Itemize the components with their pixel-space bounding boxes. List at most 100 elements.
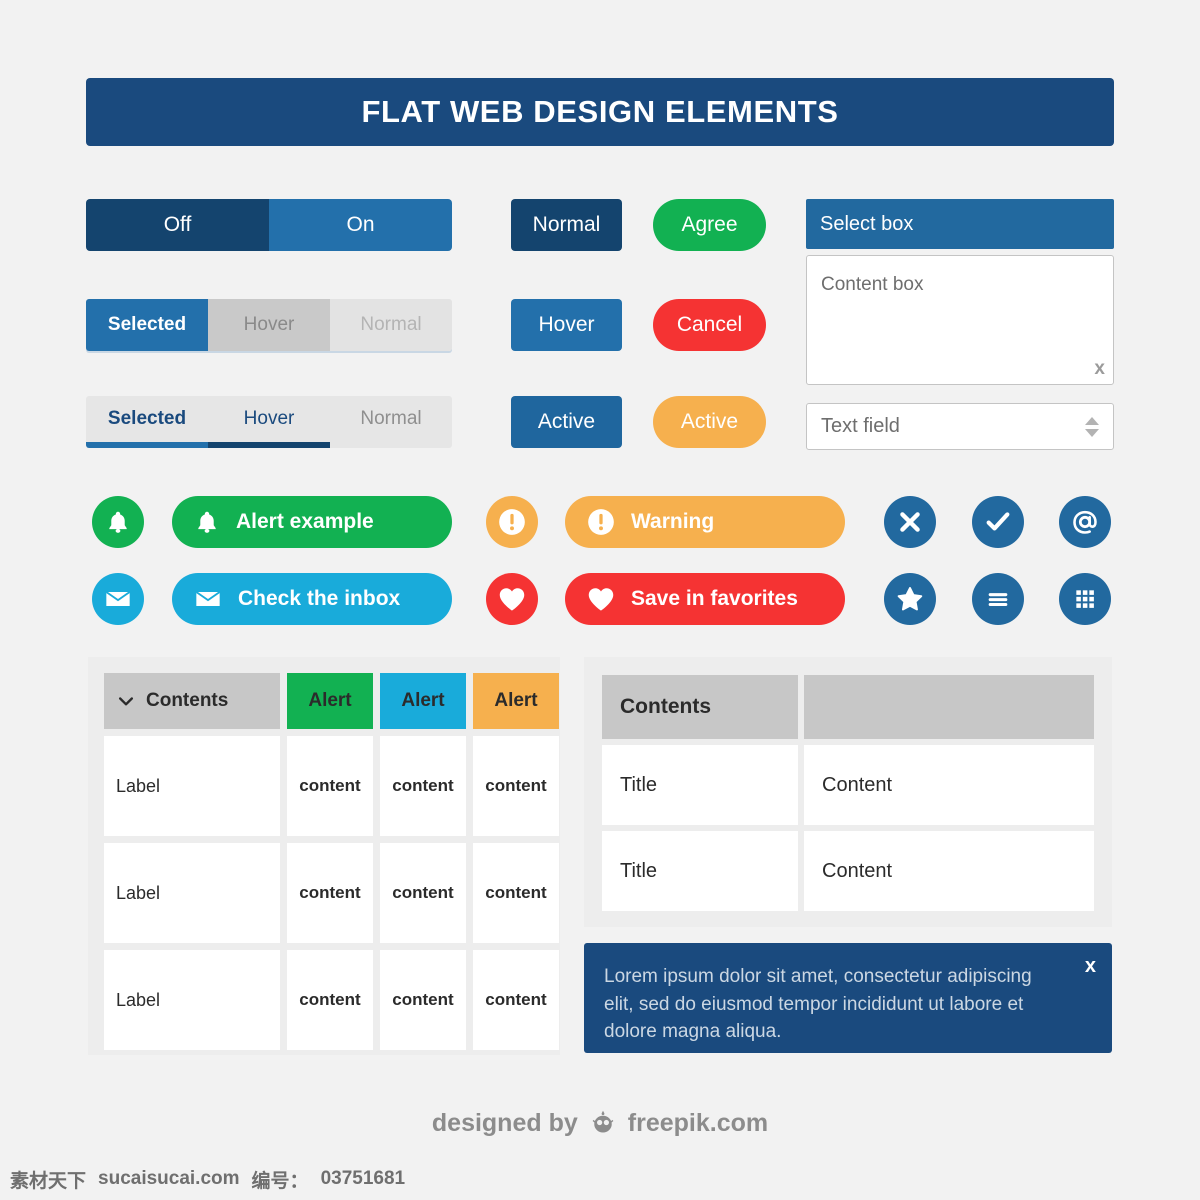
- bell-icon-button[interactable]: [92, 496, 144, 548]
- warning-banner[interactable]: Warning: [565, 496, 845, 548]
- table-left-header-alert-green[interactable]: Alert: [287, 673, 373, 729]
- table-row: Title: [602, 745, 798, 825]
- text-field[interactable]: Text field: [806, 403, 1114, 450]
- tab-group-underline[interactable]: Selected Hover Normal: [86, 396, 452, 448]
- toggle-segment-on[interactable]: On: [269, 199, 452, 251]
- designed-by-credit: designed by freepik.com: [0, 1108, 1200, 1138]
- warning-icon: [587, 508, 615, 536]
- table-cell: content: [473, 843, 559, 943]
- save-favorites-banner[interactable]: Save in favorites: [565, 573, 845, 625]
- table-left-header-alert-cyan[interactable]: Alert: [380, 673, 466, 729]
- spinner-down-icon[interactable]: [1085, 428, 1099, 437]
- notification-close-button[interactable]: x: [1085, 955, 1096, 978]
- table-cell: content: [473, 736, 559, 836]
- data-table-right: Contents Title Content Title Content: [584, 657, 1112, 927]
- indicator-segment-normal: [330, 442, 452, 448]
- tab-underline-normal[interactable]: Normal: [330, 396, 452, 442]
- warning-label: Warning: [631, 510, 715, 533]
- table-cell: content: [380, 950, 466, 1050]
- star-icon: [897, 586, 923, 611]
- button-hover[interactable]: Hover: [511, 299, 622, 351]
- chevron-down-icon[interactable]: [116, 691, 136, 711]
- data-table-left: Contents Alert Alert Alert Label content…: [88, 657, 560, 1055]
- button-agree[interactable]: Agree: [653, 199, 766, 251]
- watermark-bar: 素材天下 sucaisucai.com 编号： 03751681: [0, 1158, 1200, 1200]
- envelope-icon: [194, 585, 222, 613]
- table-row: Label: [104, 843, 280, 943]
- button-active[interactable]: Active: [511, 396, 622, 448]
- select-box[interactable]: Select box: [806, 199, 1114, 249]
- alert-example-label: Alert example: [236, 510, 374, 533]
- alert-example-banner[interactable]: Alert example: [172, 496, 452, 548]
- envelope-icon: [105, 591, 131, 606]
- bell-icon: [109, 511, 127, 533]
- content-box-placeholder: Content box: [821, 274, 924, 295]
- tab-selected[interactable]: Selected: [86, 299, 208, 351]
- table-cell: content: [380, 843, 466, 943]
- envelope-icon-button[interactable]: [92, 573, 144, 625]
- table-right-header-empty: [804, 675, 1094, 739]
- text-field-placeholder: Text field: [821, 415, 900, 437]
- bell-icon: [194, 509, 220, 535]
- menu-icon: [988, 593, 1008, 606]
- warning-icon: [499, 509, 525, 535]
- close-icon: [900, 512, 920, 532]
- tab-normal[interactable]: Normal: [330, 299, 452, 351]
- indicator-segment-selected: [86, 442, 208, 448]
- button-normal[interactable]: Normal: [511, 199, 622, 251]
- table-right-grid: Contents Title Content Title Content: [602, 675, 1094, 911]
- heart-icon-button[interactable]: [486, 573, 538, 625]
- tab-underline-selected[interactable]: Selected: [86, 396, 208, 442]
- table-left-grid: Contents Alert Alert Alert Label content…: [104, 673, 559, 1050]
- tab-group-boxed[interactable]: Selected Hover Normal: [86, 299, 452, 351]
- close-icon-button[interactable]: [884, 496, 936, 548]
- table-left-header-contents-label: Contents: [146, 690, 229, 711]
- table-left-header-contents[interactable]: Contents: [104, 673, 280, 729]
- heart-icon: [499, 588, 525, 611]
- table-left-header-alert-orange[interactable]: Alert: [473, 673, 559, 729]
- star-icon-button[interactable]: [884, 573, 936, 625]
- indicator-segment-hover: [208, 442, 330, 448]
- table-cell: content: [473, 950, 559, 1050]
- table-cell: content: [380, 736, 466, 836]
- check-icon-button[interactable]: [972, 496, 1024, 548]
- tab-underline-hover[interactable]: Hover: [208, 396, 330, 442]
- check-inbox-banner[interactable]: Check the inbox: [172, 573, 452, 625]
- credit-suffix: freepik.com: [627, 1108, 769, 1137]
- table-cell: Content: [804, 745, 1094, 825]
- watermark-site-cn: 素材天下: [10, 1170, 87, 1192]
- table-cell: content: [287, 736, 373, 836]
- at-icon-button[interactable]: [1059, 496, 1111, 548]
- check-inbox-label: Check the inbox: [238, 587, 401, 610]
- content-box[interactable]: Content box x: [806, 255, 1114, 385]
- grid-icon: [1076, 590, 1094, 608]
- toggle-segment-off[interactable]: Off: [86, 199, 269, 251]
- page-title: FLAT WEB DESIGN ELEMENTS: [361, 94, 839, 129]
- freepik-logo-icon: [592, 1110, 614, 1133]
- spinner-up-icon[interactable]: [1085, 416, 1099, 425]
- table-cell: content: [287, 950, 373, 1050]
- watermark-site: sucaisucai.com: [98, 1168, 240, 1189]
- notification-message: Lorem ipsum dolor sit amet, consectetur …: [604, 966, 1032, 1043]
- warning-icon-button[interactable]: [486, 496, 538, 548]
- toggle-off-on[interactable]: Off On: [86, 199, 452, 251]
- button-cancel[interactable]: Cancel: [653, 299, 766, 351]
- tab-underline-row: Selected Hover Normal: [86, 396, 452, 442]
- table-right-header-contents: Contents: [602, 675, 798, 739]
- table-cell: Content: [804, 831, 1094, 911]
- menu-icon-button[interactable]: [972, 573, 1024, 625]
- button-active-pill[interactable]: Active: [653, 396, 766, 448]
- page-root: FLAT WEB DESIGN ELEMENTS Off On Selected…: [0, 0, 1200, 1200]
- header-banner: FLAT WEB DESIGN ELEMENTS: [86, 78, 1114, 146]
- credit-prefix: designed by: [431, 1108, 578, 1137]
- tab-hover[interactable]: Hover: [208, 299, 330, 351]
- check-icon: [986, 512, 1010, 531]
- grid-icon-button[interactable]: [1059, 573, 1111, 625]
- notification-banner: Lorem ipsum dolor sit amet, consectetur …: [584, 943, 1112, 1053]
- tab-underline-indicator: [86, 442, 452, 448]
- table-cell: content: [287, 843, 373, 943]
- table-row: Label: [104, 950, 280, 1050]
- save-favorites-label: Save in favorites: [631, 587, 798, 610]
- spinner-stepper[interactable]: [1085, 416, 1099, 437]
- resize-handle-icon[interactable]: x: [1094, 358, 1105, 380]
